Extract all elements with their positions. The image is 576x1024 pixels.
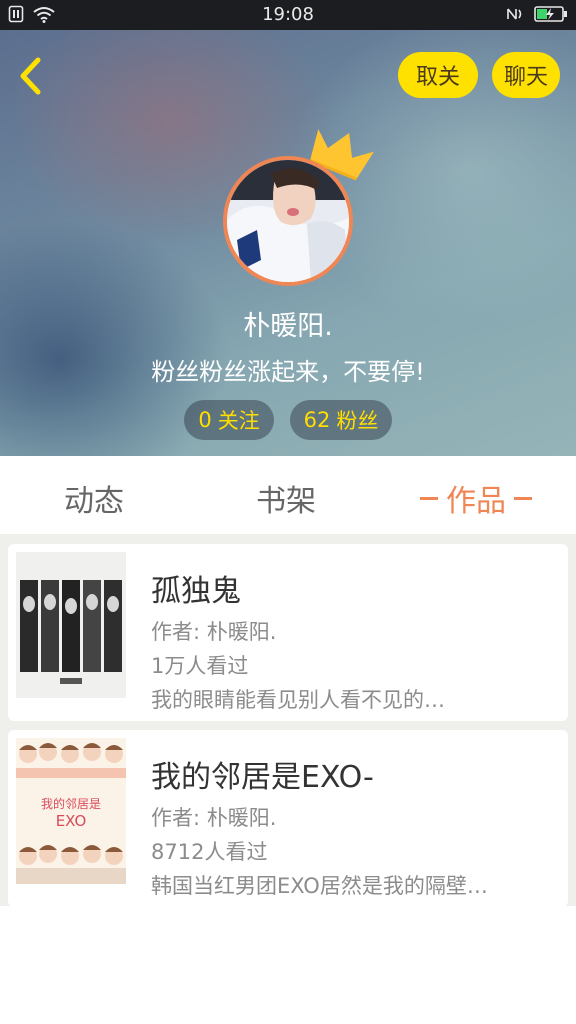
fans-stat[interactable]: 62 粉丝	[290, 400, 392, 440]
work-card[interactable]: 孤独鬼 作者: 朴暖阳. 1万人看过 我的眼睛能看见别人看不见的…	[8, 544, 568, 721]
nfc-icon	[504, 5, 524, 28]
work-description: 韩国当红男团EXO居然是我的隔壁…	[151, 874, 488, 898]
following-stat[interactable]: 0 关注	[184, 400, 274, 440]
book-cover-image	[16, 552, 126, 698]
work-title: 孤独鬼	[151, 574, 241, 609]
book-cover-image: 我的邻居是 EXO	[16, 738, 126, 884]
fans-count: 62	[303, 408, 331, 432]
following-label: 关注	[217, 409, 260, 433]
work-description: 我的眼睛能看见别人看不见的…	[151, 688, 445, 712]
tab-works[interactable]: 作品	[420, 476, 532, 520]
tab-works-label: 作品	[446, 484, 506, 519]
book-cover-title-line1: 我的邻居是	[41, 796, 101, 811]
tab-bar: 动态 书架 作品	[0, 456, 576, 534]
avatar-image	[227, 160, 349, 282]
chevron-left-icon	[20, 57, 41, 95]
work-author: 作者: 朴暖阳.	[151, 620, 277, 644]
work-views: 8712人看过	[151, 840, 268, 864]
profile-header: 取关 聊天 朴暖阳. 粉丝粉丝涨起来，不要停! 0 关注 62 粉丝	[0, 30, 576, 456]
work-title: 我的邻居是EXO-	[151, 760, 374, 795]
tab-active-indicator-left	[420, 496, 438, 500]
works-list: 孤独鬼 作者: 朴暖阳. 1万人看过 我的眼睛能看见别人看不见的… 我的邻居是 …	[0, 534, 576, 907]
status-bar: 19:08	[0, 0, 576, 30]
book-cover	[16, 552, 126, 698]
book-cover: 我的邻居是 EXO	[16, 738, 126, 884]
chat-button[interactable]: 聊天	[492, 52, 560, 98]
tab-active-indicator-right	[514, 496, 532, 500]
profile-bio: 粉丝粉丝涨起来，不要停!	[151, 358, 425, 386]
fans-label: 粉丝	[336, 409, 379, 433]
work-views: 1万人看过	[151, 654, 249, 678]
tab-bookshelf[interactable]: 书架	[256, 476, 316, 520]
status-right-icons	[504, 5, 568, 28]
book-cover-title-line2: EXO	[56, 812, 87, 830]
back-button[interactable]	[14, 56, 50, 96]
unfollow-button[interactable]: 取关	[398, 52, 478, 98]
avatar[interactable]	[223, 156, 353, 286]
following-count: 0	[198, 408, 212, 432]
work-card[interactable]: 我的邻居是 EXO 我的邻居是EXO- 作者: 朴暖阳. 8712人看过 韩国当…	[8, 730, 568, 907]
tab-dynamic[interactable]: 动态	[64, 476, 124, 520]
profile-name: 朴暖阳.	[243, 311, 333, 342]
battery-charging-icon	[534, 5, 568, 28]
status-time: 19:08	[262, 4, 314, 25]
work-author: 作者: 朴暖阳.	[151, 806, 277, 830]
